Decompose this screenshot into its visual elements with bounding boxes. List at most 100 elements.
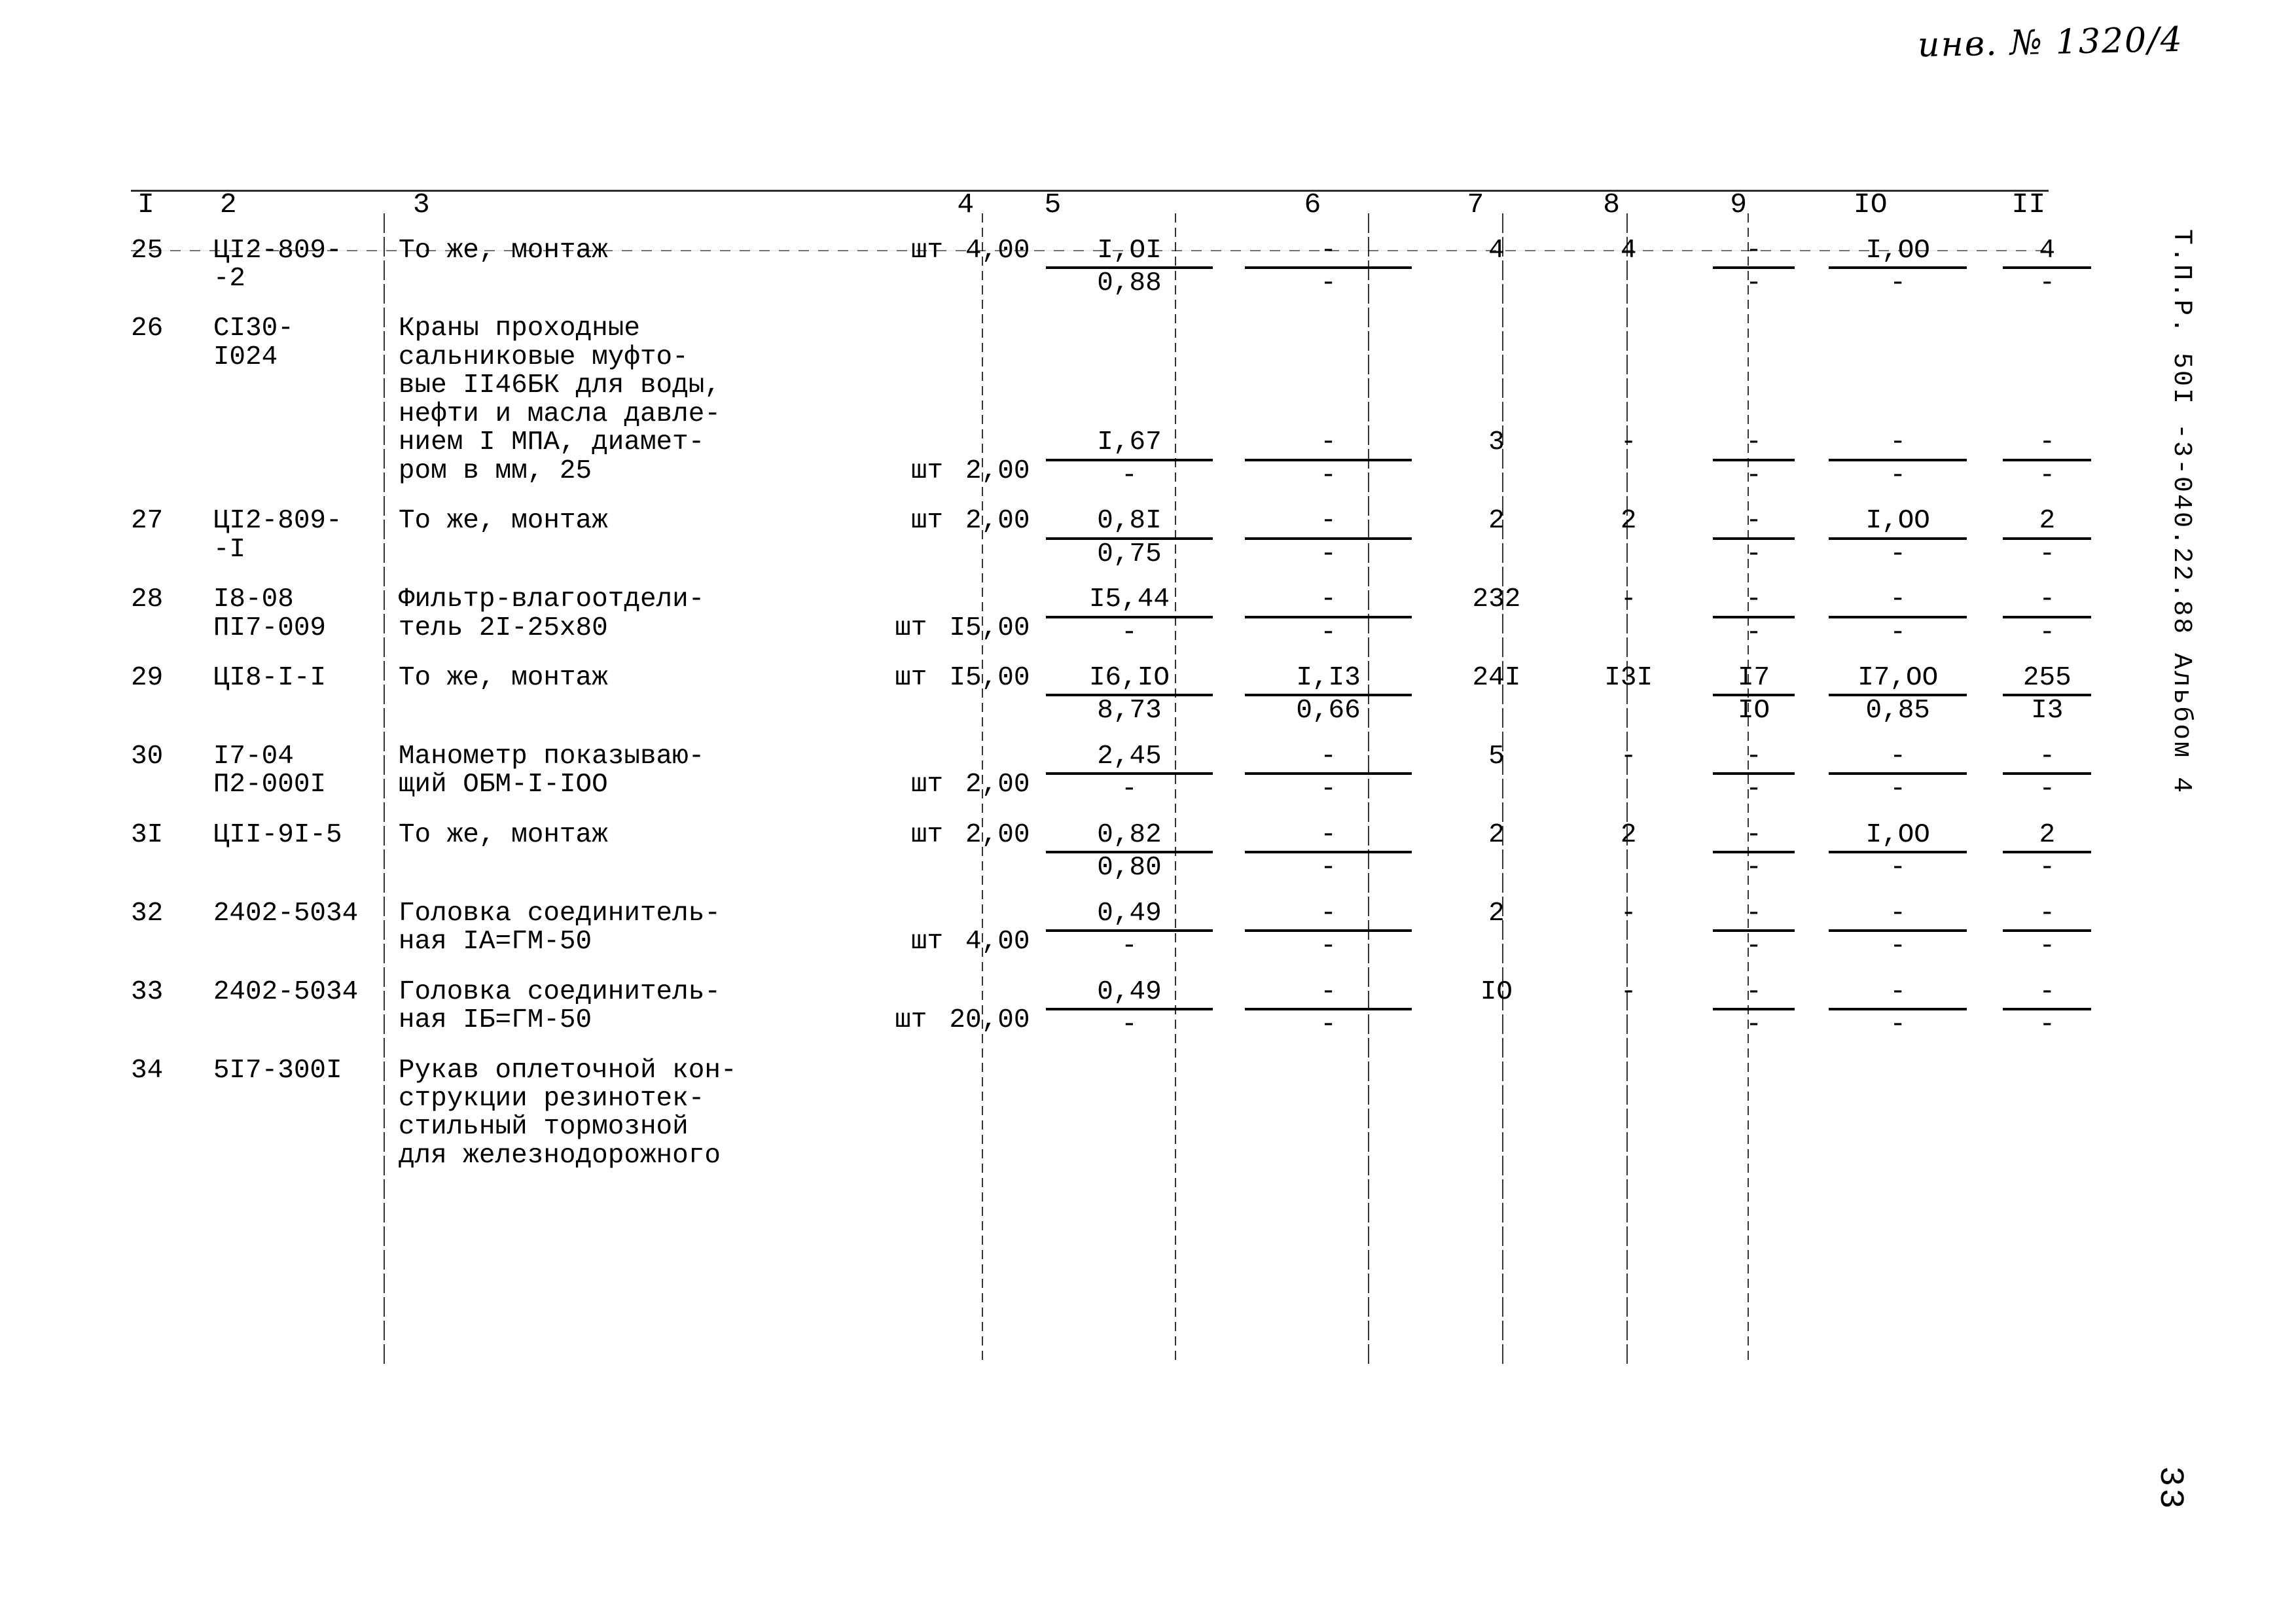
cost-column-5: 0,8I 0,75	[1030, 507, 1229, 569]
cost-column-11: 255 I3	[1981, 664, 2114, 726]
cost-column-10: --	[1816, 742, 1981, 804]
row-spacer-cell	[131, 804, 2114, 821]
column-header-3: 3	[412, 188, 430, 221]
cost-column-9-bottom: -	[1746, 539, 1762, 569]
cost-column-11: 2-	[1981, 507, 2114, 569]
cost-column-11-bottom: -	[2039, 539, 2056, 569]
row-number: 25	[131, 235, 164, 266]
cost-column-11-bottom: -	[2039, 774, 2056, 805]
total-column-7: 232	[1472, 584, 1521, 615]
cost-column-9-top: -	[1746, 584, 1762, 615]
item-code: I8-08 ПI7-009	[213, 584, 327, 643]
cost-column-11: --	[1981, 741, 2114, 805]
vrule-col8	[1502, 213, 1503, 1365]
row-spacer	[131, 961, 2114, 978]
cost-column-11-top: -	[2039, 741, 2056, 772]
item-description: Фильтр-влагоотдели- тель 2I-25x80	[398, 584, 705, 643]
unit-and-quantity: шт 2,00	[872, 507, 1030, 569]
cost-column-6-bottom: -	[1320, 539, 1336, 569]
total-column-8: 2	[1620, 506, 1637, 537]
cost-column-10-top: -	[1890, 584, 1907, 615]
item-code: ЦI2-809- -2	[213, 235, 342, 294]
row-spacer	[131, 1170, 2114, 1187]
cost-column-6: --	[1229, 585, 1428, 647]
row-number: 32	[131, 898, 164, 929]
table-body: 25 ЦI2-809- -2 То же, монтаж шт 4,00 I,OI 0,88…	[131, 235, 2114, 1188]
cost-column-11-top: -	[2039, 976, 2056, 1007]
quantity: 4,00	[965, 927, 1030, 957]
table-row: 28 I8-08 ПI7-009 Фильтр-влагоотдели- тель …	[131, 584, 2114, 648]
cost-column-5-bottom: 0,75	[1097, 539, 1162, 569]
cost-column-10: --	[1816, 584, 1981, 648]
cost-column-11: 2-	[1981, 821, 2114, 883]
cost-column-10: --	[1816, 978, 1981, 1040]
table-row: 26 CI30- I024 Краны проходные сальниковые …	[131, 315, 2114, 490]
cost-column-9: --	[1692, 899, 1816, 962]
table-row: 25 ЦI2-809- -2 То же, монтаж шт 4,00 I,OI 0,88…	[131, 235, 2114, 299]
cost-column-5	[1030, 1057, 1229, 1171]
total-column-7: 2	[1488, 506, 1505, 537]
column-header-8: 8	[1603, 188, 1621, 221]
item-description: То же, монтаж	[398, 663, 608, 694]
item-code: ЦII-9I-5	[213, 819, 342, 850]
unit-and-quantity: шт 2,00	[872, 821, 1030, 883]
cost-column-9-bottom: -	[1746, 617, 1762, 648]
total-column-8: -	[1620, 584, 1637, 615]
cost-column-5: I6,IO 8,73	[1030, 664, 1229, 726]
row-spacer-cell	[131, 490, 2114, 507]
row-spacer	[131, 726, 2114, 743]
cost-column-5-top: I5,44	[1088, 584, 1170, 615]
cost-column-6-bottom: -	[1320, 853, 1336, 883]
cost-column-9: I7 IO	[1692, 664, 1816, 726]
cost-column-9-bottom: -	[1746, 853, 1762, 883]
row-spacer-cell	[131, 569, 2114, 586]
cost-column-5-top: 0,8I	[1097, 506, 1162, 537]
cost-column-5-top: I6,IO	[1088, 663, 1170, 694]
cost-column-10-bottom: -	[1890, 539, 1907, 569]
row-number: 3I	[131, 819, 164, 850]
cost-column-11: --	[1981, 978, 2114, 1040]
cost-column-10-bottom: -	[1890, 853, 1907, 883]
cost-column-6-bottom: -	[1320, 774, 1336, 805]
cost-column-5: 2,45-	[1030, 742, 1229, 804]
vrule-col3	[384, 213, 385, 1365]
item-code: 5I7-300I	[213, 1055, 342, 1086]
unit: шт	[910, 506, 944, 537]
cost-column-10-bottom: -	[1890, 1010, 1907, 1041]
item-description: То же, монтаж	[398, 819, 608, 850]
row-spacer-cell	[131, 1170, 2114, 1187]
table-row: 30 I7-04 П2-000I Манометр показываю- щий О…	[131, 741, 2114, 805]
row-spacer-cell	[131, 1040, 2114, 1057]
cost-column-10: I7,OO 0,85	[1816, 664, 1981, 726]
header-underline	[131, 250, 2049, 251]
item-description: Рукав оплеточной кон- струкции резинотек…	[398, 1055, 737, 1171]
row-spacer	[131, 298, 2114, 315]
cost-column-6: --	[1229, 507, 1428, 569]
cost-column-10	[1816, 1057, 1981, 1171]
cost-column-6-top: -	[1320, 976, 1336, 1007]
item-code: 2402-5034	[213, 898, 359, 929]
row-spacer	[131, 490, 2114, 507]
unit-and-quantity: шт 4,00	[872, 236, 1030, 298]
cost-column-9: --	[1692, 507, 1816, 569]
row-spacer	[131, 883, 2114, 900]
total-column-8: -	[1620, 898, 1637, 929]
total-column-7: 4	[1488, 235, 1505, 266]
column-header-6: 6	[1304, 188, 1321, 221]
cost-column-9: --	[1692, 821, 1816, 883]
unit: шт	[895, 613, 927, 643]
column-header-2: 2	[219, 188, 237, 221]
cost-column-9-bottom: -	[1746, 931, 1762, 962]
unit-and-quantity	[872, 1057, 1030, 1171]
row-number: 26	[131, 313, 164, 344]
cost-column-10-top: I7,OO	[1857, 663, 1939, 694]
cost-column-10-bottom: -	[1890, 268, 1907, 299]
row-spacer-cell	[131, 647, 2114, 664]
cost-column-10-bottom: -	[1890, 617, 1907, 648]
unit: шт	[910, 455, 944, 486]
row-number: 34	[131, 1055, 164, 1086]
cost-column-11-top: -	[2039, 898, 2056, 929]
cost-column-6: I,I3 0,66	[1229, 664, 1428, 726]
cost-column-6: --	[1229, 742, 1428, 805]
vrule-col10	[1748, 213, 1749, 1365]
